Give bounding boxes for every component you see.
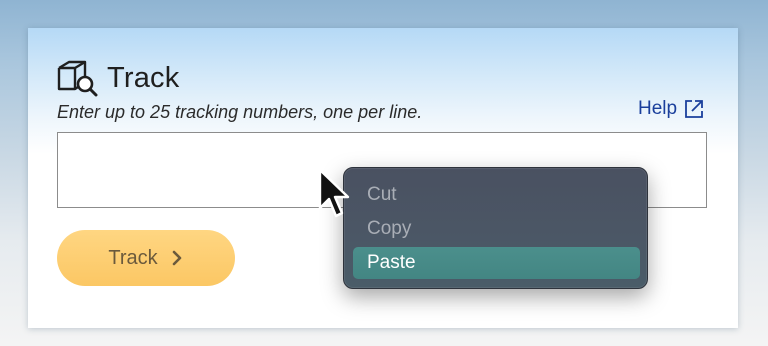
menu-item-copy[interactable]: Copy xyxy=(353,213,640,245)
chevron-right-icon xyxy=(170,249,184,267)
track-button-label: Track xyxy=(108,246,158,269)
menu-item-label: Copy xyxy=(367,218,412,239)
page-title: Track xyxy=(107,61,180,94)
help-link-label: Help xyxy=(638,98,678,119)
help-link[interactable]: Help xyxy=(638,98,705,120)
instructions-text: Enter up to 25 tracking numbers, one per… xyxy=(57,102,423,122)
menu-item-cut[interactable]: Cut xyxy=(353,179,640,211)
panel-header: Track xyxy=(56,58,179,98)
external-link-icon xyxy=(683,98,705,120)
menu-item-label: Paste xyxy=(367,252,416,273)
track-button[interactable]: Track xyxy=(57,230,235,286)
menu-item-label: Cut xyxy=(367,184,397,205)
menu-item-paste[interactable]: Paste xyxy=(353,247,640,279)
package-search-icon xyxy=(56,59,98,97)
context-menu: Cut Copy Paste xyxy=(343,167,648,289)
